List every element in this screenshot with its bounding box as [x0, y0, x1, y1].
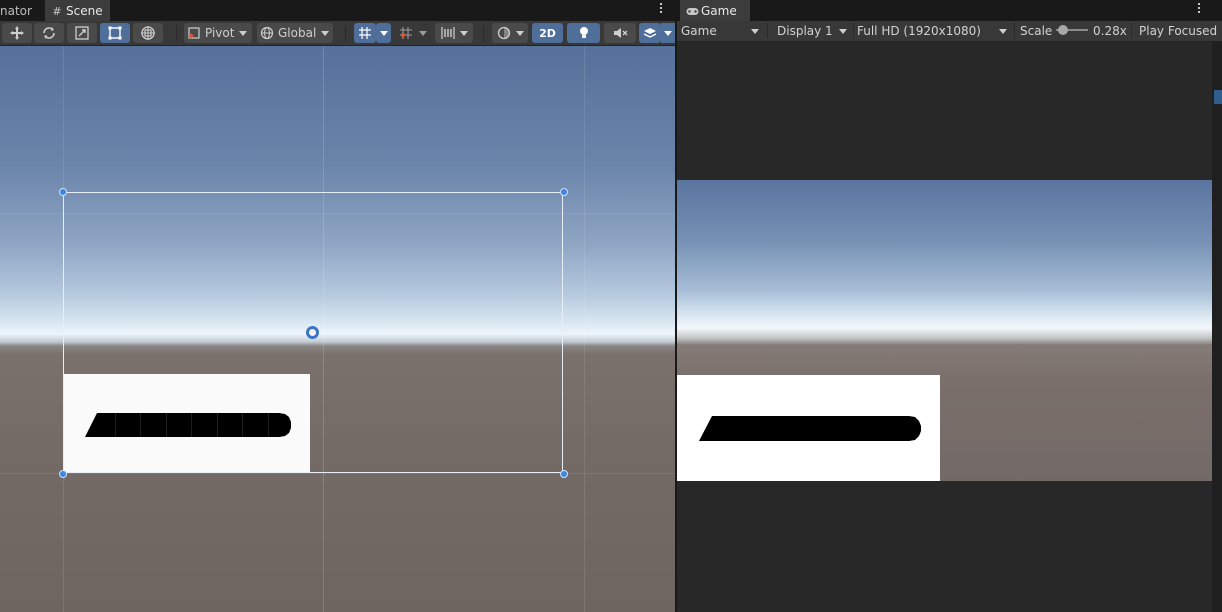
rect-tool-button[interactable] [100, 23, 130, 43]
rect-tool-icon [108, 26, 122, 40]
move-tool-icon [10, 26, 24, 40]
increment-snap-icon [400, 27, 412, 39]
grid-snap-toggle[interactable] [354, 23, 376, 43]
mode-2d-label: 2D [539, 26, 556, 40]
global-dropdown[interactable]: Global [257, 23, 333, 43]
pivot-icon [188, 27, 200, 39]
shading-sphere-icon [497, 26, 510, 40]
chevron-down-icon [664, 30, 672, 36]
scale-value: 0.28x [1089, 21, 1133, 41]
tab-animator-label: nator [0, 4, 32, 18]
tab-game[interactable]: Game [680, 0, 750, 21]
align-dropdown[interactable] [435, 23, 473, 43]
global-label: Global [278, 26, 317, 40]
pivot-handle[interactable] [306, 326, 319, 339]
scene-toolbar: Pivot Global 2D [0, 21, 675, 46]
chevron-down-icon [515, 30, 524, 36]
rect-handle-bottom-right[interactable] [560, 470, 568, 478]
rect-handle-top-left[interactable] [59, 188, 67, 196]
tab-scene-label: Scene [66, 4, 103, 18]
ui-progress-bar-image [699, 416, 921, 441]
scale-slider-knob[interactable] [1058, 25, 1068, 35]
align-icon [440, 27, 455, 39]
toolbar-separator [345, 25, 346, 41]
chevron-down-icon [321, 30, 330, 36]
scale-tool-button[interactable] [67, 23, 97, 43]
chevron-down-icon [751, 29, 759, 34]
grid-snap-icon [359, 27, 371, 39]
effects-toggle[interactable] [639, 23, 661, 43]
gamepad-icon [686, 1, 699, 23]
tab-scene[interactable]: # Scene [45, 0, 110, 21]
audio-toggle[interactable] [604, 23, 636, 43]
grid-snap-dropdown[interactable] [376, 23, 391, 43]
layers-effects-icon [643, 28, 657, 38]
scale-tool-icon [75, 26, 89, 40]
scrollbar-track[interactable] [1212, 41, 1222, 612]
game-tab-bar: Game [677, 0, 1222, 21]
grid-line [0, 473, 675, 474]
tab-animator[interactable]: nator [0, 0, 40, 21]
rect-handle-top-right[interactable] [560, 188, 568, 196]
draw-mode-dropdown[interactable] [492, 23, 528, 43]
effects-dropdown[interactable] [661, 23, 675, 43]
increment-snap-toggle[interactable] [396, 23, 416, 43]
increment-snap-dropdown[interactable] [416, 23, 430, 43]
view-dropdown-label: Game [681, 24, 717, 38]
scene-viewport[interactable] [0, 46, 675, 612]
scrollbar-thumb[interactable] [1214, 90, 1222, 104]
toolbar-separator [1014, 23, 1015, 39]
play-mode-dropdown[interactable]: Play Focused [1135, 21, 1222, 41]
transform-tool-button[interactable] [133, 23, 163, 43]
rotate-tool-button[interactable] [34, 23, 64, 43]
mode-2d-toggle[interactable]: 2D [532, 23, 563, 43]
scene-more-options-icon[interactable] [657, 3, 665, 17]
game-toolbar: Game Display 1 Full HD (1920x1080) Scale… [677, 21, 1222, 42]
lighting-toggle[interactable] [567, 23, 600, 43]
game-more-options-icon[interactable] [1195, 3, 1203, 17]
toolbar-separator [483, 25, 484, 41]
toolbar-separator [767, 23, 768, 39]
scene-panel: nator # Scene Pivot Global 2D [0, 0, 675, 612]
tab-game-label: Game [701, 4, 737, 18]
scale-label-text: Scale [1020, 24, 1053, 38]
resolution-dropdown-label: Full HD (1920x1080) [857, 24, 981, 38]
grid-line [584, 46, 585, 612]
chevron-down-icon [999, 29, 1007, 34]
move-tool-button[interactable] [2, 23, 32, 43]
resolution-dropdown[interactable]: Full HD (1920x1080) [853, 21, 1013, 41]
display-dropdown-label: Display 1 [777, 24, 833, 38]
chevron-down-icon [839, 29, 847, 34]
pivot-dropdown[interactable]: Pivot [184, 23, 252, 43]
scale-value-text: 0.28x [1093, 24, 1127, 38]
pivot-label: Pivot [205, 26, 235, 40]
toolbar-separator [1131, 23, 1132, 39]
chevron-down-icon [379, 30, 388, 36]
game-viewport[interactable] [677, 180, 1212, 481]
play-mode-label: Play Focused [1139, 24, 1218, 38]
display-dropdown[interactable]: Display 1 [773, 21, 853, 41]
game-panel: Game Game Display 1 Full HD (1920x1080) … [677, 0, 1222, 612]
grid-hash-icon: # [52, 5, 62, 18]
scale-label: Scale [1016, 21, 1056, 41]
chevron-down-icon [459, 30, 468, 36]
view-dropdown[interactable]: Game [677, 21, 765, 41]
toolbar-separator [176, 25, 177, 41]
rect-handle-bottom-left[interactable] [59, 470, 67, 478]
scene-tab-bar: nator # Scene [0, 0, 675, 21]
chevron-down-icon [419, 30, 427, 36]
globe-icon [260, 26, 274, 40]
light-bulb-icon [579, 27, 588, 38]
rotate-tool-icon [43, 27, 55, 39]
chevron-down-icon [239, 30, 248, 36]
transform-tool-icon [141, 26, 155, 40]
audio-muted-icon [614, 28, 628, 38]
